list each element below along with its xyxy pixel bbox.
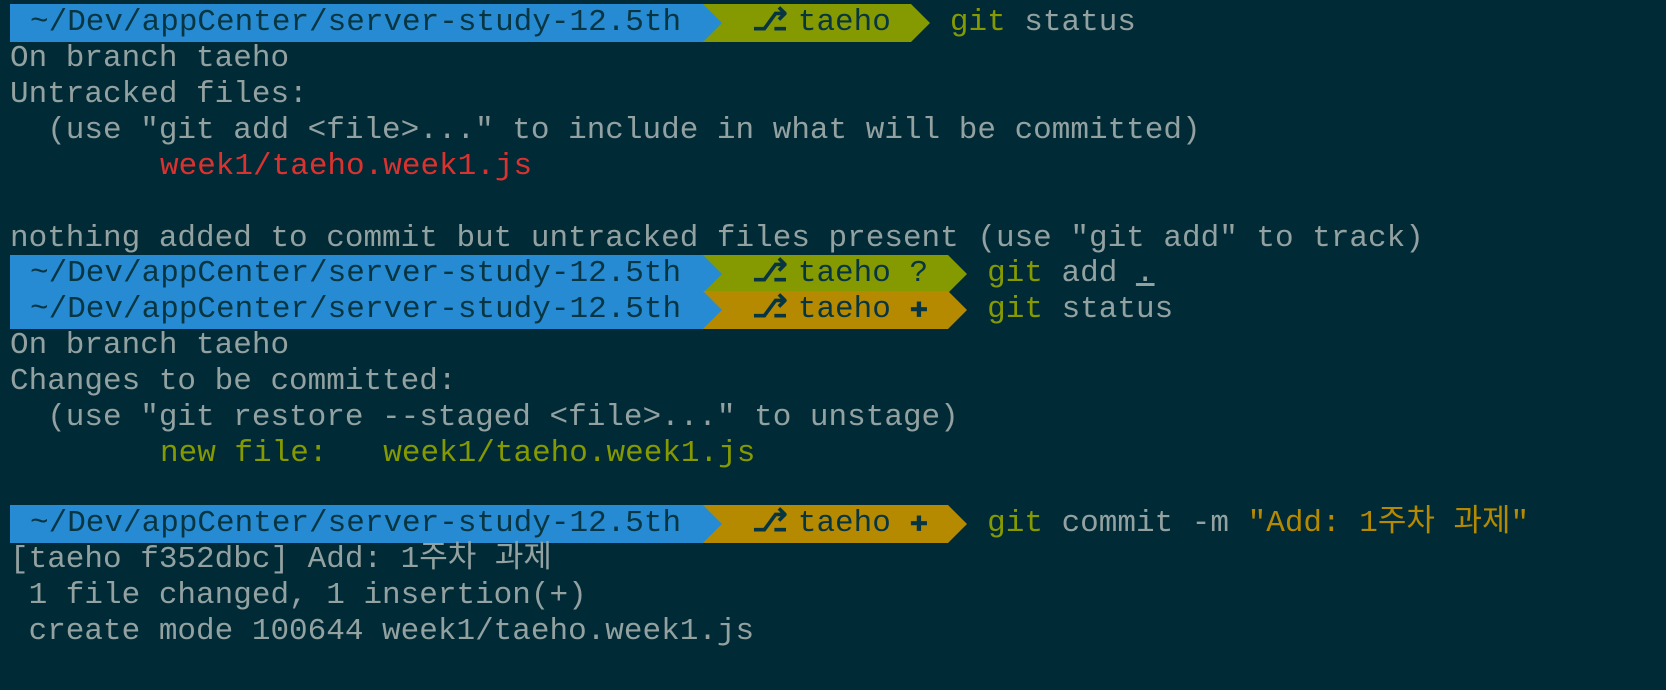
output-line: [taeho f352dbc] Add: 1주차 과제 [10,542,552,577]
git-status-indicator: ✚ [890,292,929,327]
shell-prompt-3: ~/Dev/appCenter/server-study-12.5th ⎇ taeh… [10,291,1173,329]
output-line: create mode 100644 week1/taeho.week1.js [10,614,755,649]
new-file-path: week1/taeho.week1.js [383,436,756,471]
output-line: Changes to be committed: [10,364,457,399]
output-line: (use "git restore --staged <file>..." to… [10,400,959,435]
segment-end-icon [948,291,968,329]
command-word: git [987,292,1043,327]
git-status-indicator: ? [890,256,929,291]
branch-name: taeho [797,5,891,40]
git-branch-icon: ⎇ [752,292,788,327]
command-line-2: git add . [967,255,1154,293]
shell-prompt-2: ~/Dev/appCenter/server-study-12.5th ⎇ taeh… [10,255,1155,293]
segment-separator-icon [703,255,723,293]
shell-prompt-4: ~/Dev/appCenter/server-study-12.5th ⎇ taeh… [10,505,1529,543]
command-word: git [949,5,1006,40]
git-branch-icon: ⎇ [752,256,788,291]
command-word: git [987,506,1043,541]
new-file-label: new file: [160,436,328,471]
command-args: commit -m [1061,506,1229,541]
segment-end-icon [910,4,930,42]
segment-separator-icon [703,505,723,543]
command-target: . [1135,256,1155,291]
new-file-entry: new file: week1/taeho.week1.js [160,435,755,473]
branch-name: taeho [797,256,891,291]
prompt-path-segment: ~/Dev/appCenter/server-study-12.5th [10,291,704,329]
git-branch-icon: ⎇ [752,5,788,40]
git-status-indicator: ✚ [890,506,929,541]
command-line-4: git commit -m "Add: 1주차 과제" [967,505,1529,543]
output-line: (use "git add <file>..." to include in w… [10,113,1201,148]
prompt-git-segment: ⎇ taeho ? [722,255,949,293]
git-branch-icon: ⎇ [752,506,788,541]
prompt-path-segment: ~/Dev/appCenter/server-study-12.5th [10,255,704,293]
output-line: 1 file changed, 1 insertion(+) [10,578,587,613]
shell-prompt-1: ~/Dev/appCenter/server-study-12.5th ⎇ taeh… [10,4,1136,42]
command-line-1: git status [930,4,1136,42]
prompt-git-segment: ⎇ taeho ✚ [722,291,949,329]
output-line: Untracked files: [10,77,308,112]
command-args: add [1061,256,1118,291]
branch-name: taeho [797,506,891,541]
command-args: status [1024,5,1136,40]
command-word: git [987,256,1043,291]
output-line: On branch taeho [10,328,290,363]
prompt-path-segment: ~/Dev/appCenter/server-study-12.5th [10,505,704,543]
branch-name: taeho [797,292,891,327]
segment-separator-icon [703,291,723,329]
output-line: On branch taeho [10,41,290,76]
segment-separator-icon [703,4,723,42]
untracked-file: week1/taeho.week1.js [160,149,533,184]
segment-end-icon [948,255,968,293]
commit-message: "Add: 1주차 과제" [1247,506,1530,541]
segment-end-icon [948,505,968,543]
command-line-3: git status [967,291,1173,329]
command-args: status [1061,292,1174,327]
prompt-git-segment: ⎇ taeho ✚ [722,505,949,543]
prompt-git-segment: ⎇ taeho [722,4,911,42]
output-summary: nothing added to commit but untracked fi… [10,221,1424,256]
prompt-path-segment: ~/Dev/appCenter/server-study-12.5th [10,4,704,42]
